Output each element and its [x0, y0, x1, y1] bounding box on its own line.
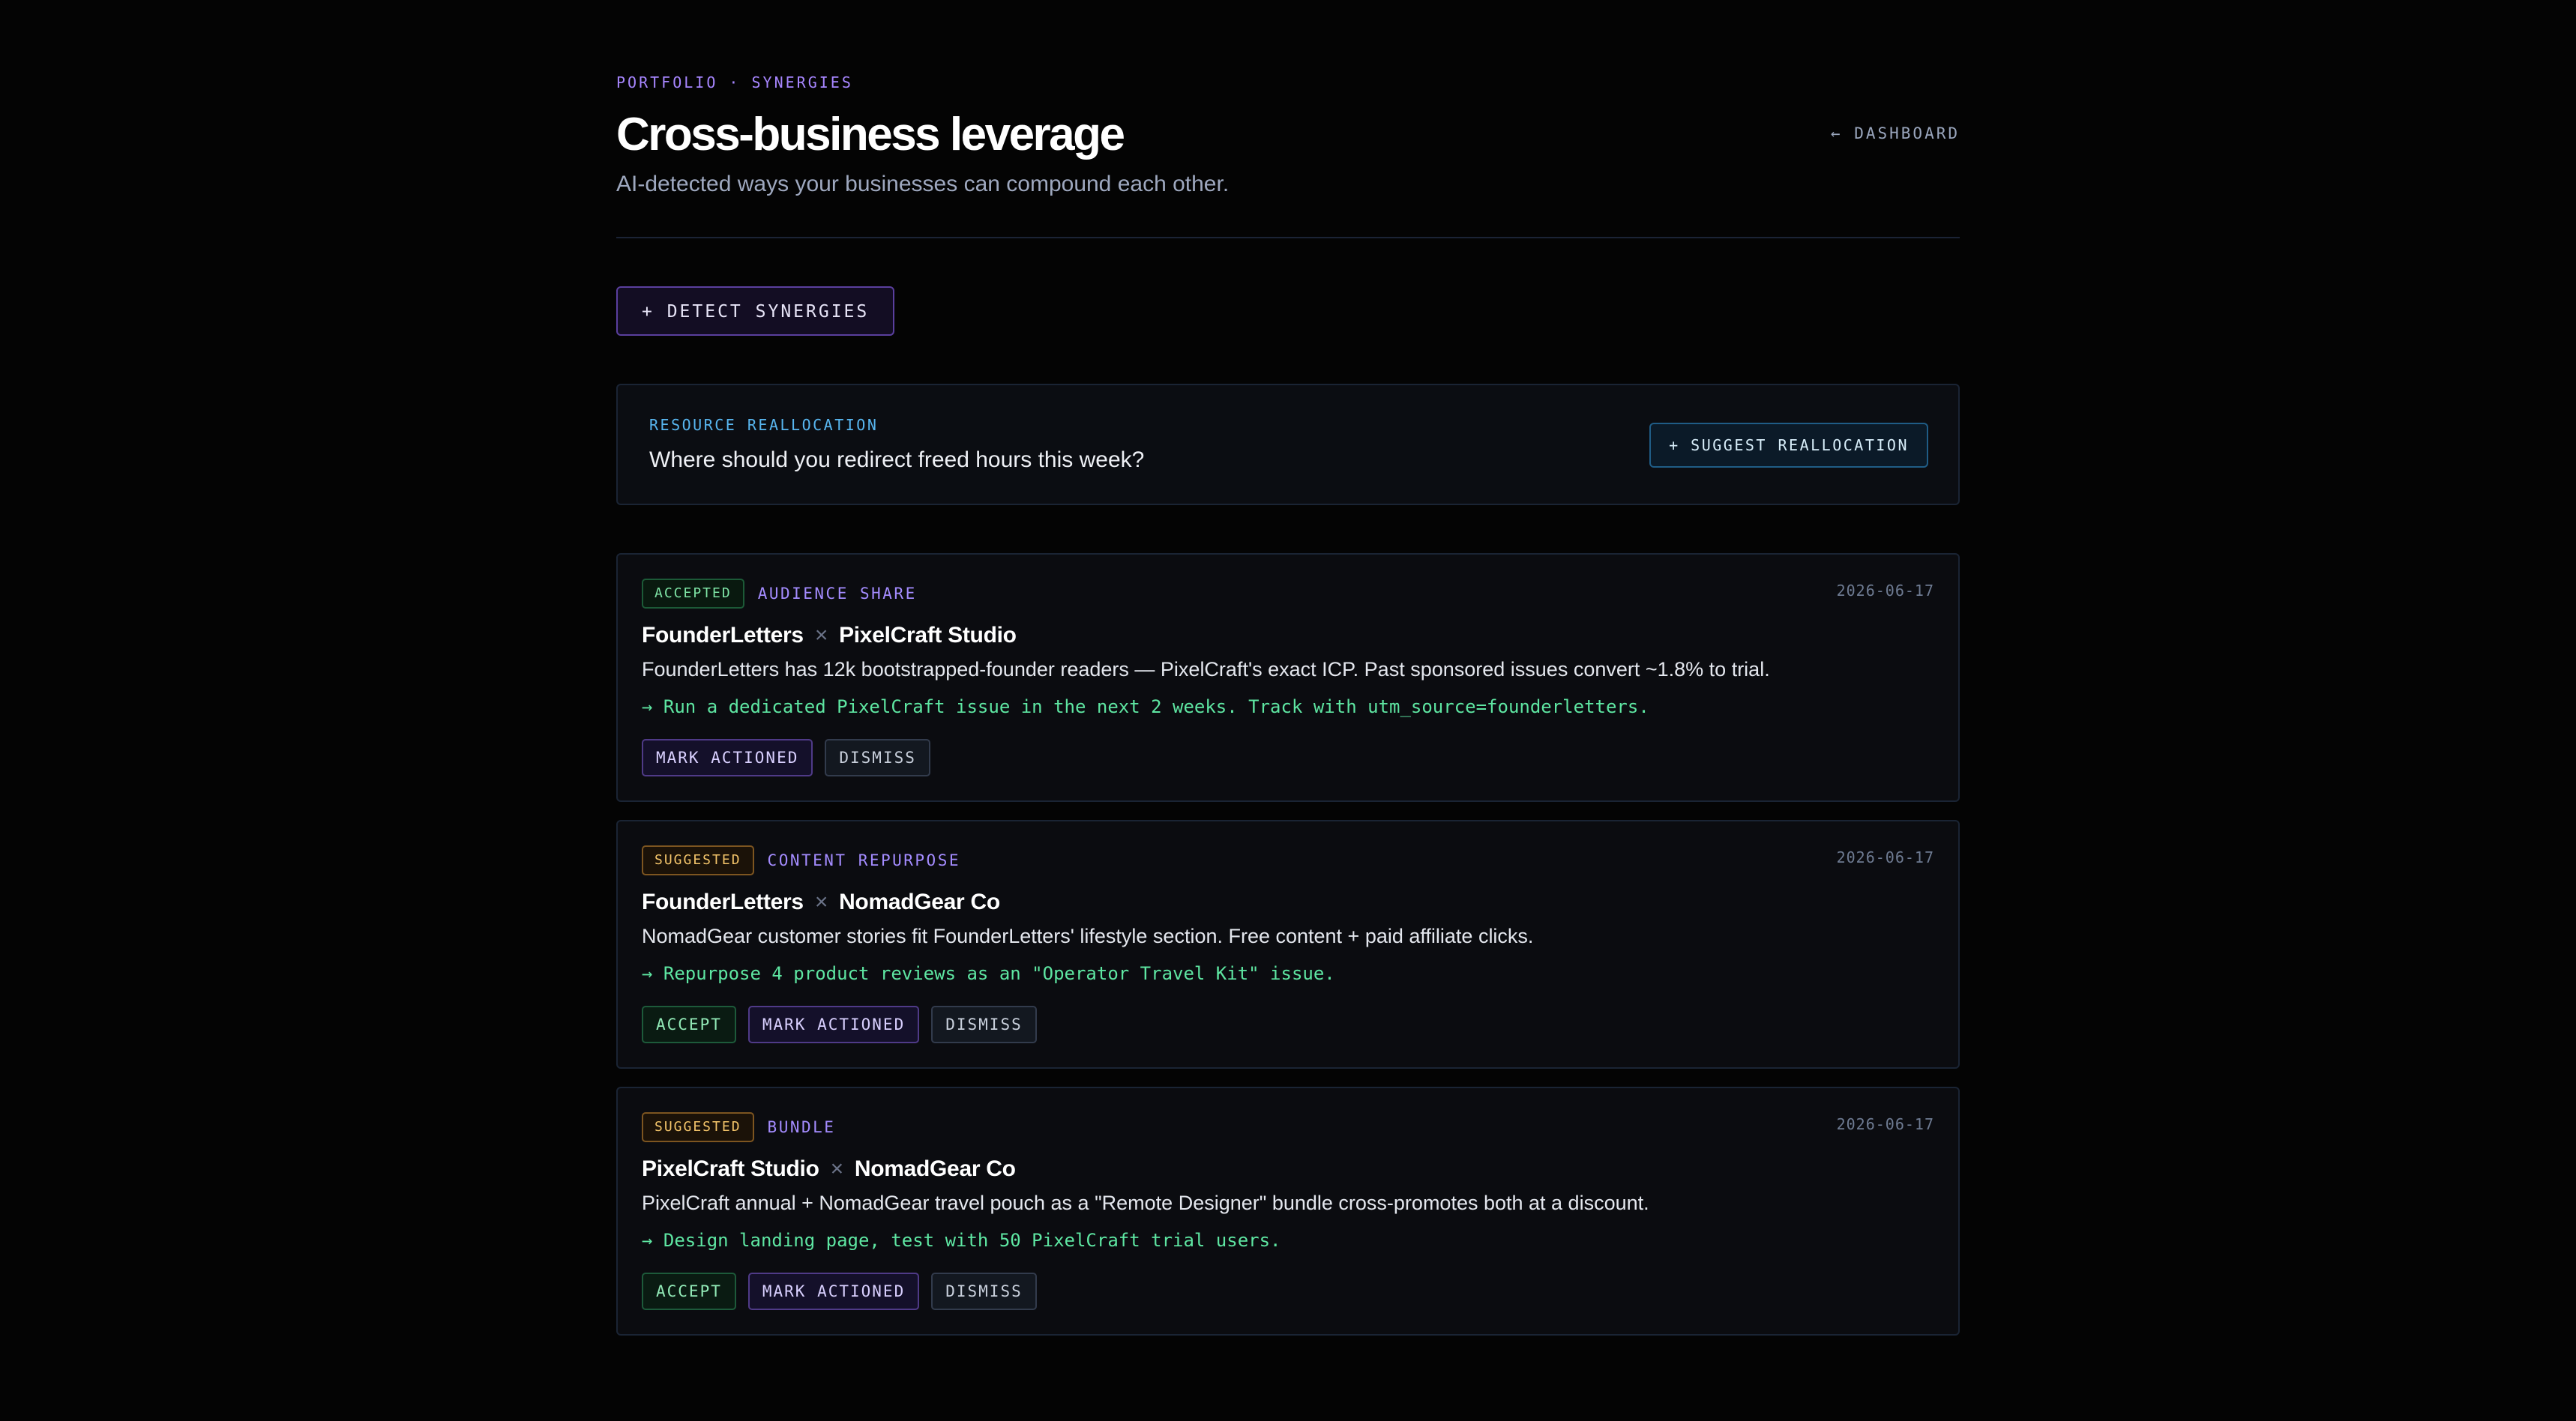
- synergy-date: 2026-06-17: [1836, 582, 1934, 600]
- synergy-action: → Run a dedicated PixelCraft issue in th…: [642, 696, 1649, 717]
- detect-synergies-button[interactable]: + DETECT SYNERGIES: [616, 286, 895, 336]
- suggest-reallocation-button[interactable]: + SUGGEST REALLOCATION: [1649, 423, 1928, 468]
- synergy-tags: SUGGESTED BUNDLE: [642, 1112, 1958, 1142]
- synergy-action: → Design landing page, test with 50 Pixe…: [642, 1230, 1281, 1251]
- business-pair: PixelCraft Studio × NomadGear Co: [642, 1154, 1958, 1184]
- synergy-description: FounderLetters has 12k bootstrapped-foun…: [642, 658, 1770, 681]
- dismiss-button[interactable]: DISMISS: [931, 1006, 1037, 1043]
- breadcrumb: PORTFOLIO · SYNERGIES: [616, 73, 853, 91]
- mark-actioned-button[interactable]: MARK ACTIONED: [642, 739, 813, 776]
- mark-actioned-button[interactable]: MARK ACTIONED: [747, 1273, 920, 1310]
- synergy-date: 2026-06-17: [1836, 848, 1934, 866]
- business-a: FounderLetters: [642, 890, 804, 914]
- times-icon: ×: [830, 1156, 844, 1181]
- synergy-date: 2026-06-17: [1836, 1115, 1934, 1133]
- synergy-card: 2026-06-17 ACCEPTED AUDIENCE SHARE Found…: [616, 553, 1960, 802]
- times-icon: ×: [814, 890, 828, 914]
- dismiss-button[interactable]: DISMISS: [825, 739, 930, 776]
- dismiss-button[interactable]: DISMISS: [931, 1273, 1037, 1310]
- page-title: Cross-business leverage: [616, 109, 1125, 160]
- resource-reallocation-panel: RESOURCE REALLOCATION Where should you r…: [616, 384, 1960, 505]
- synergy-card: 2026-06-17 SUGGESTED CONTENT REPURPOSE F…: [616, 820, 1960, 1069]
- page-subtitle: AI-detected ways your businesses can com…: [616, 172, 1230, 196]
- synergy-list: 2026-06-17 ACCEPTED AUDIENCE SHARE Found…: [616, 553, 1960, 1336]
- times-icon: ×: [814, 623, 828, 648]
- synergy-tags: ACCEPTED AUDIENCE SHARE: [642, 579, 1958, 609]
- synergy-description: NomadGear customer stories fit FounderLe…: [642, 925, 1534, 947]
- business-b: PixelCraft Studio: [839, 623, 1017, 648]
- synergy-category: AUDIENCE SHARE: [757, 585, 917, 603]
- back-to-dashboard-link[interactable]: ← DASHBOARD: [1831, 124, 1960, 142]
- synergy-description: PixelCraft annual + NomadGear travel pou…: [642, 1192, 1649, 1214]
- synergies-page: PORTFOLIO · SYNERGIES Cross-business lev…: [616, 0, 1960, 1336]
- accept-button[interactable]: ACCEPT: [642, 1006, 736, 1043]
- synergy-action: → Repurpose 4 product reviews as an "Ope…: [642, 963, 1335, 984]
- status-badge: ACCEPTED: [642, 579, 744, 609]
- business-a: FounderLetters: [642, 623, 804, 648]
- synergy-tags: SUGGESTED CONTENT REPURPOSE: [642, 845, 1958, 875]
- business-a: PixelCraft Studio: [642, 1156, 819, 1181]
- synergy-category: CONTENT REPURPOSE: [767, 851, 960, 869]
- synergy-card: 2026-06-17 SUGGESTED BUNDLE PixelCraft S…: [616, 1087, 1960, 1336]
- business-pair: FounderLetters × NomadGear Co: [642, 887, 1958, 917]
- business-b: NomadGear Co: [854, 1156, 1016, 1181]
- business-pair: FounderLetters × PixelCraft Studio: [642, 621, 1958, 651]
- mark-actioned-button[interactable]: MARK ACTIONED: [747, 1006, 920, 1043]
- synergy-category: BUNDLE: [767, 1118, 836, 1136]
- header-divider: [616, 237, 1960, 238]
- accept-button[interactable]: ACCEPT: [642, 1273, 736, 1310]
- synergy-actions: MARK ACTIONED DISMISS: [642, 739, 1958, 776]
- status-badge: SUGGESTED: [642, 1112, 754, 1142]
- synergy-actions: ACCEPT MARK ACTIONED DISMISS: [642, 1273, 1958, 1310]
- status-badge: SUGGESTED: [642, 845, 754, 875]
- synergy-actions: ACCEPT MARK ACTIONED DISMISS: [642, 1006, 1958, 1043]
- business-b: NomadGear Co: [839, 890, 1000, 914]
